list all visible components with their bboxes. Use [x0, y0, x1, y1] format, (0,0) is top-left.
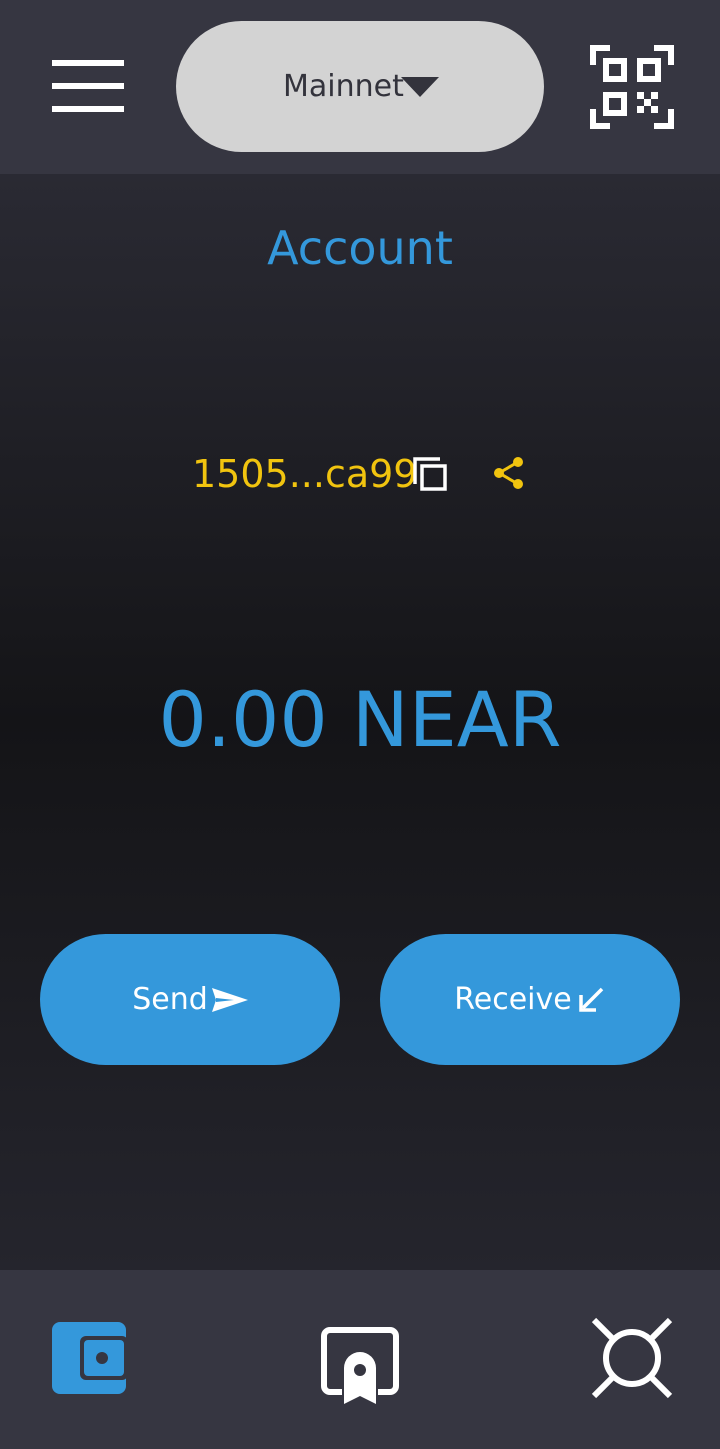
hamburger-menu-icon-line: [52, 83, 124, 89]
caret-down-icon: [401, 77, 439, 97]
hamburger-menu-icon-line: [52, 106, 124, 112]
nft-badge-icon[interactable]: [318, 1324, 402, 1408]
send-button[interactable]: Send: [40, 934, 340, 1065]
wallet-icon[interactable]: [52, 1322, 128, 1394]
balance-amount: 0.00 NEAR: [158, 675, 562, 764]
page-title: Account: [267, 221, 453, 275]
receive-arrow-icon: [578, 987, 603, 1012]
receive-button[interactable]: Receive: [380, 934, 680, 1065]
bottom-navigation: [0, 1270, 720, 1449]
receive-button-label: Receive: [454, 981, 572, 1017]
send-button-label: Send: [132, 981, 208, 1017]
network-label: Mainnet: [283, 69, 404, 104]
copy-icon[interactable]: [412, 456, 448, 492]
qr-code-icon[interactable]: [590, 45, 674, 129]
menu-button[interactable]: [52, 60, 124, 112]
address-row: 1505...ca99: [0, 450, 720, 498]
network-selector[interactable]: Mainnet: [176, 21, 544, 152]
account-screen: Account 1505...ca99 0.00 NEAR Send Recei…: [0, 174, 720, 1270]
cross-chain-icon[interactable]: [590, 1316, 674, 1400]
send-arrow-icon: [211, 987, 248, 1012]
account-address: 1505...ca99: [192, 452, 418, 496]
top-app-bar: Mainnet: [0, 0, 720, 174]
hamburger-menu-icon: [52, 60, 124, 66]
share-icon[interactable]: [491, 455, 527, 491]
